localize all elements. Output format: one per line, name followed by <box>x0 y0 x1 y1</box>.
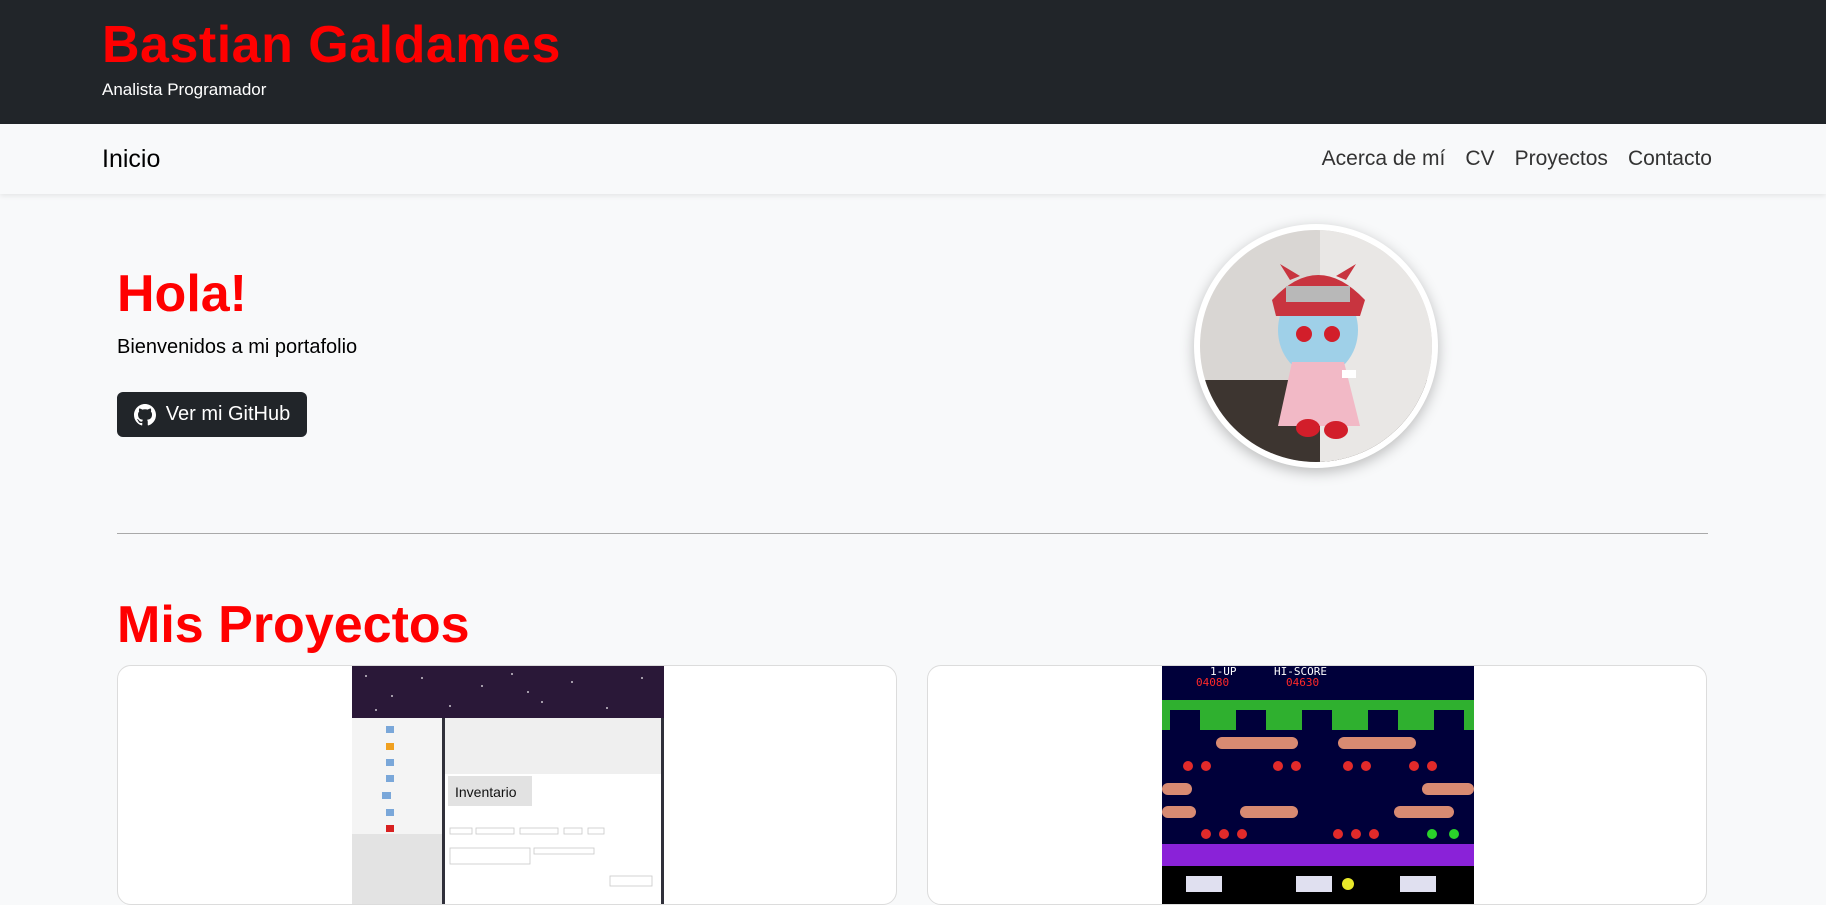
hero-title: Hola! <box>117 265 247 323</box>
github-button[interactable]: Ver mi GitHub <box>117 392 307 437</box>
navbar: Inicio Acerca de mí CV Proyectos Contact… <box>0 124 1826 194</box>
site-title: Bastian Galdames <box>102 16 561 74</box>
inventory-screenshot: Inventario <box>352 666 664 904</box>
nav-link-cv[interactable]: CV <box>1465 147 1494 171</box>
section-divider <box>117 533 1708 534</box>
inventory-heading: Inventario <box>455 784 517 800</box>
nav-home-link[interactable]: Inicio <box>102 145 160 174</box>
profile-avatar <box>1194 224 1438 468</box>
project-card-frogger[interactable]: 1-UP HI-SCORE 04080 04630 <box>927 665 1707 905</box>
site-header: Bastian Galdames Analista Programador <box>0 0 1826 124</box>
nav-link-contact[interactable]: Contacto <box>1628 147 1712 171</box>
project-card-inventory[interactable]: Inventario <box>117 665 897 905</box>
hero-text: Bienvenidos a mi portafolio <box>117 336 358 358</box>
site-subtitle: Analista Programador <box>102 80 267 99</box>
projects-title: Mis Proyectos <box>117 596 470 654</box>
frogger-hiscore: 04630 <box>1286 676 1319 689</box>
hero-section: Hola! Bienvenidos a mi portafolio Ver mi… <box>0 194 1826 534</box>
nav-link-about[interactable]: Acerca de mí <box>1322 147 1446 171</box>
frogger-screenshot: 1-UP HI-SCORE 04080 04630 <box>1162 666 1474 904</box>
frogger-score: 04080 <box>1196 676 1229 689</box>
github-icon <box>133 403 156 425</box>
nav-link-projects[interactable]: Proyectos <box>1515 147 1608 171</box>
nav-links: Acerca de mí CV Proyectos Contacto <box>1322 147 1712 171</box>
avatar-image <box>1200 230 1432 462</box>
github-button-label: Ver mi GitHub <box>165 403 291 425</box>
